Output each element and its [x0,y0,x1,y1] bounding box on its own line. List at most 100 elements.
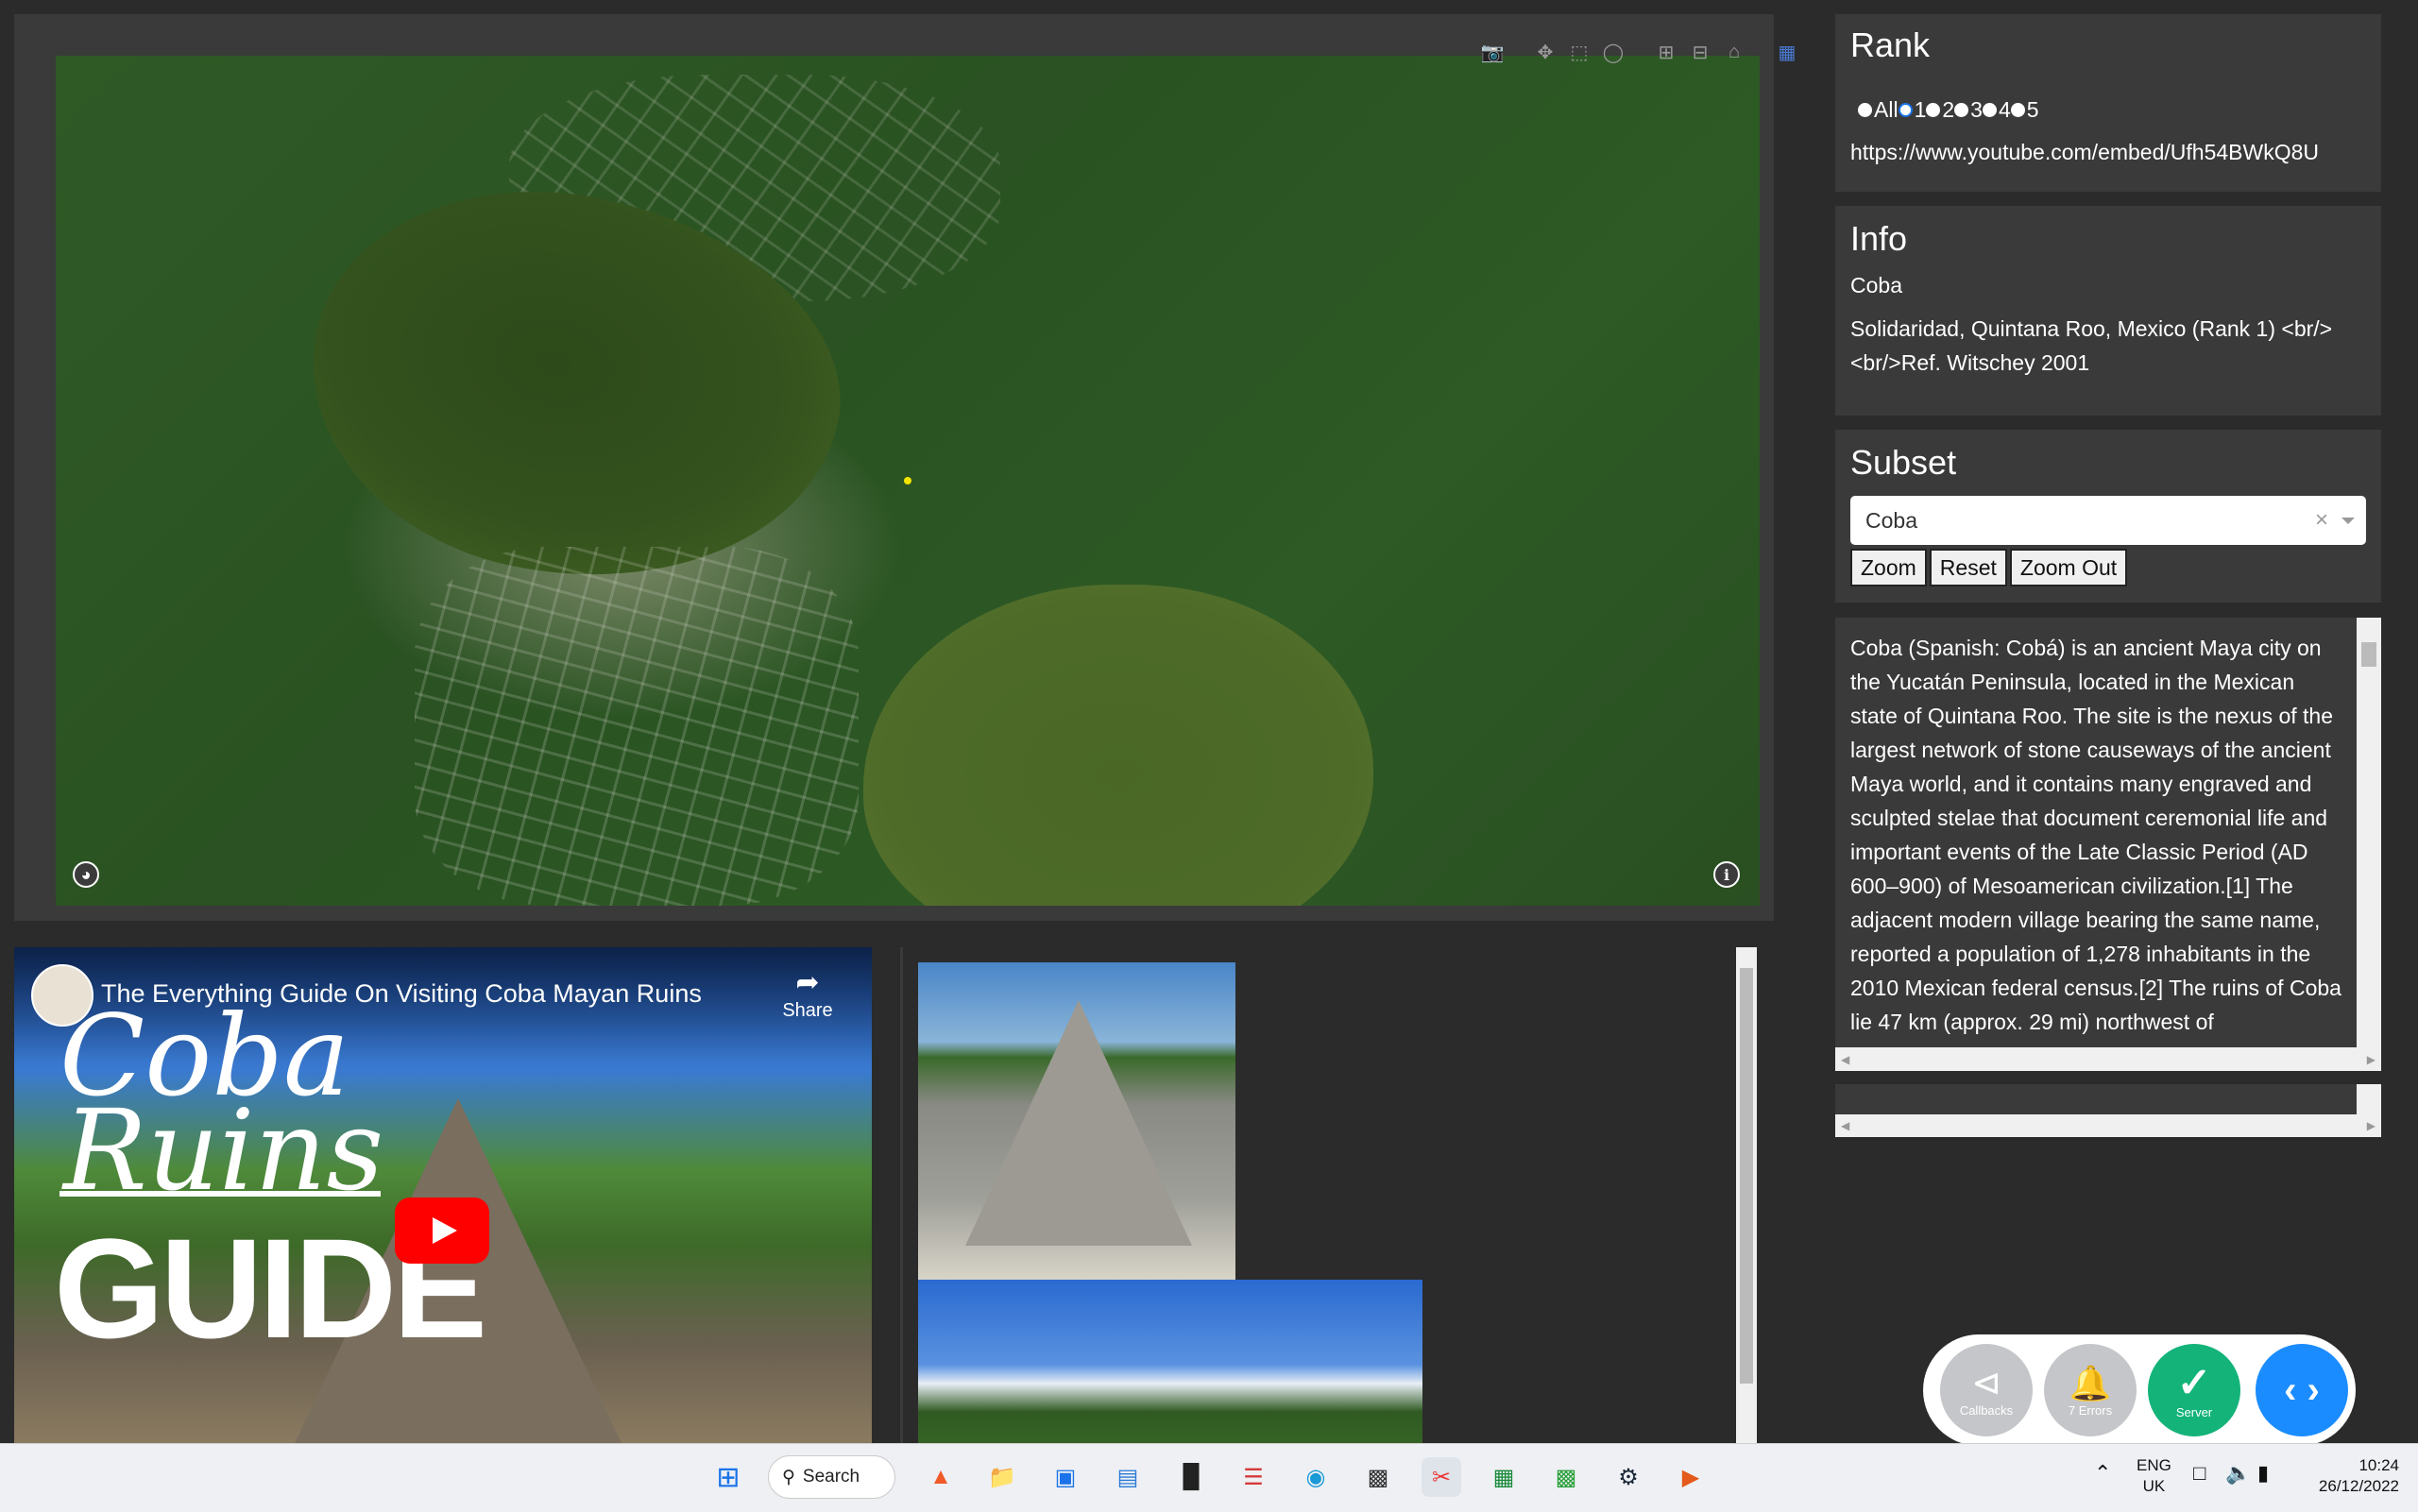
errors-button[interactable]: 🔔 7 Errors [2044,1344,2137,1436]
pan-icon[interactable]: ✥ [1531,38,1559,66]
radio-all[interactable] [1858,103,1872,117]
info-panel: Info Coba Solidaridad, Quintana Roo, Mex… [1835,206,2381,416]
taskbar-search-label: Search [802,1467,860,1487]
site-marker[interactable] [904,477,911,484]
radio-label-5: 5 [2026,97,2039,122]
reset-button[interactable]: Reset [1929,549,2007,586]
notepad-icon[interactable]: ▤ [1108,1457,1148,1497]
radio-label-4: 4 [1998,97,2011,122]
info-icon[interactable]: i [1713,861,1740,888]
subset-dropdown[interactable]: Coba × [1850,496,2366,545]
share-icon: ➦ [795,967,820,998]
map-panel: ◕ i 📷 ✥ ⬚ ◯ ⊞ ⊟ ⌂ ▦ [14,14,1796,921]
radio-label-all: All [1874,97,1899,122]
clock-time: 10:24 [2358,1456,2399,1474]
thumbnail-word-ruins: Ruins [63,1085,384,1215]
chevron-down-icon[interactable] [2341,518,2355,524]
brave-browser-icon[interactable]: ▲ [921,1457,961,1497]
check-icon: ✓ [2176,1359,2212,1406]
home-icon[interactable]: ⌂ [1720,38,1748,66]
empty-text-box[interactable]: ◀ ▶ [1835,1084,2381,1137]
clock[interactable]: 10:24 26/12/2022 [2305,1455,2399,1497]
share-graph-icon: ⊲ [1971,1363,2001,1403]
gallery-vscroll[interactable] [1736,947,1757,1443]
notes-app-icon[interactable]: ▩ [1546,1457,1586,1497]
spreadsheet-app-icon[interactable]: ▦ [1484,1457,1524,1497]
box-select-icon[interactable]: ⬚ [1565,38,1593,66]
errors-label: 7 Errors [2068,1402,2113,1418]
search-icon: ⚲ [782,1467,795,1487]
clear-icon[interactable]: × [2315,507,2328,534]
language-region: UK [2142,1477,2166,1495]
pyramid-photo-2 [918,1280,1422,1443]
subset-panel: Subset Coba × Zoom Reset Zoom Out [1835,430,2381,603]
volume-icon[interactable]: 🔈 [2225,1461,2251,1486]
callbacks-button[interactable]: ⊲ Callbacks [1940,1344,2033,1436]
media-player-icon[interactable]: ▶ [1671,1457,1711,1497]
snipping-tool-icon[interactable]: ✂ [1422,1457,1461,1497]
server-label: Server [2175,1404,2213,1419]
file-explorer-icon[interactable]: 📁 [982,1457,1022,1497]
radio-3[interactable] [1954,103,1969,117]
image-gallery [900,947,1760,1443]
stack-app-icon[interactable]: ☰ [1234,1457,1273,1497]
zoom-button[interactable]: Zoom [1850,549,1927,586]
subset-title: Subset [1850,443,1957,482]
map-town-south [415,547,859,906]
mapbox-logo-icon[interactable]: ◕ [73,861,99,888]
play-button[interactable] [395,1198,489,1264]
steam-icon[interactable]: ⚙ [1609,1457,1648,1497]
zoom-in-icon[interactable]: ⊞ [1652,38,1680,66]
site-details-line1: Solidaridad, Quintana Roo, Mexico (Rank … [1850,316,2333,341]
description-hscroll[interactable]: ◀ ▶ [1835,1047,2381,1071]
lasso-icon[interactable]: ◯ [1599,38,1627,66]
radio-5[interactable] [2010,103,2025,117]
devtools-toggle-button[interactable]: ‹ › [2256,1344,2348,1436]
code-brackets-icon: ‹ › [2284,1368,2320,1411]
camera-icon[interactable]: 📷 [1478,38,1507,66]
site-details-line2: <br/>Ref. Witschey 2001 [1850,350,2090,375]
thumbnail-divider [60,1191,381,1197]
site-name: Coba [1850,273,1902,297]
chevron-up-icon[interactable]: ⌃ [2094,1461,2111,1486]
language-code: ENG [2137,1456,2171,1474]
description-text: Coba (Spanish: Cobá) is an ancient Maya … [1850,636,2341,1034]
network-icon[interactable]: □ [2193,1461,2205,1486]
video-url: https://www.youtube.com/embed/Ufh54BWkQ8… [1850,140,2319,164]
terminal-icon[interactable]: █ [1171,1457,1211,1497]
plot-modebar: 📷 ✥ ⬚ ◯ ⊞ ⊟ ⌂ ▦ [1478,38,1801,66]
share-label: Share [782,1000,833,1021]
window-app-icon[interactable]: ▣ [1046,1457,1085,1497]
subset-selected-value: Coba [1865,507,1917,533]
radio-label-3: 3 [1970,97,1983,122]
empty-box-hscroll[interactable]: ◀ ▶ [1835,1114,2381,1137]
empty-box-vscroll[interactable] [2357,1084,2381,1116]
windows-taskbar: ⊞ ⚲ Search ▲ 📁 ▣ ▤ █ ☰ ◉ ▩ ✂ ▦ ▩ ⚙ ▶ ⌃ E… [0,1443,2418,1512]
callbacks-label: Callbacks [1959,1402,2014,1418]
plotly-logo-icon[interactable]: ▦ [1773,38,1801,66]
pyramid-photo-1 [918,962,1235,1280]
description-vscroll[interactable] [2357,618,2381,1047]
description-box[interactable]: Coba (Spanish: Cobá) is an ancient Maya … [1835,618,2381,1071]
taskbar-search[interactable]: ⚲ Search [768,1455,895,1499]
zoom-out-icon[interactable]: ⊟ [1686,38,1714,66]
youtube-embed[interactable]: The Everything Guide On Visiting Coba Ma… [14,947,872,1443]
satellite-map[interactable]: ◕ i [56,56,1760,906]
language-indicator[interactable]: ENG UK [2137,1455,2171,1497]
share-button[interactable]: ➦ Share [770,966,845,1022]
dash-devtools-bar: ⊲ Callbacks 🔔 7 Errors ✓ Server ‹ › [1923,1334,2356,1446]
edge-browser-icon[interactable]: ◉ [1296,1457,1336,1497]
rank-title: Rank [1850,25,1931,64]
battery-icon[interactable]: ▮ [2257,1461,2269,1486]
radio-2[interactable] [1926,103,1941,117]
radio-label-2: 2 [1942,97,1955,122]
info-title: Info [1850,219,1908,258]
zoom-out-button[interactable]: Zoom Out [2009,549,2128,586]
console-app-icon[interactable]: ▩ [1358,1457,1398,1497]
rank-radio-group: All 1 2 3 4 5 [1858,97,2039,123]
radio-4[interactable] [1982,103,1997,117]
radio-1[interactable] [1898,103,1913,117]
windows-start-icon[interactable]: ⊞ [708,1457,748,1497]
server-button[interactable]: ✓ Server [2148,1344,2240,1436]
radio-label-1: 1 [1914,97,1927,122]
